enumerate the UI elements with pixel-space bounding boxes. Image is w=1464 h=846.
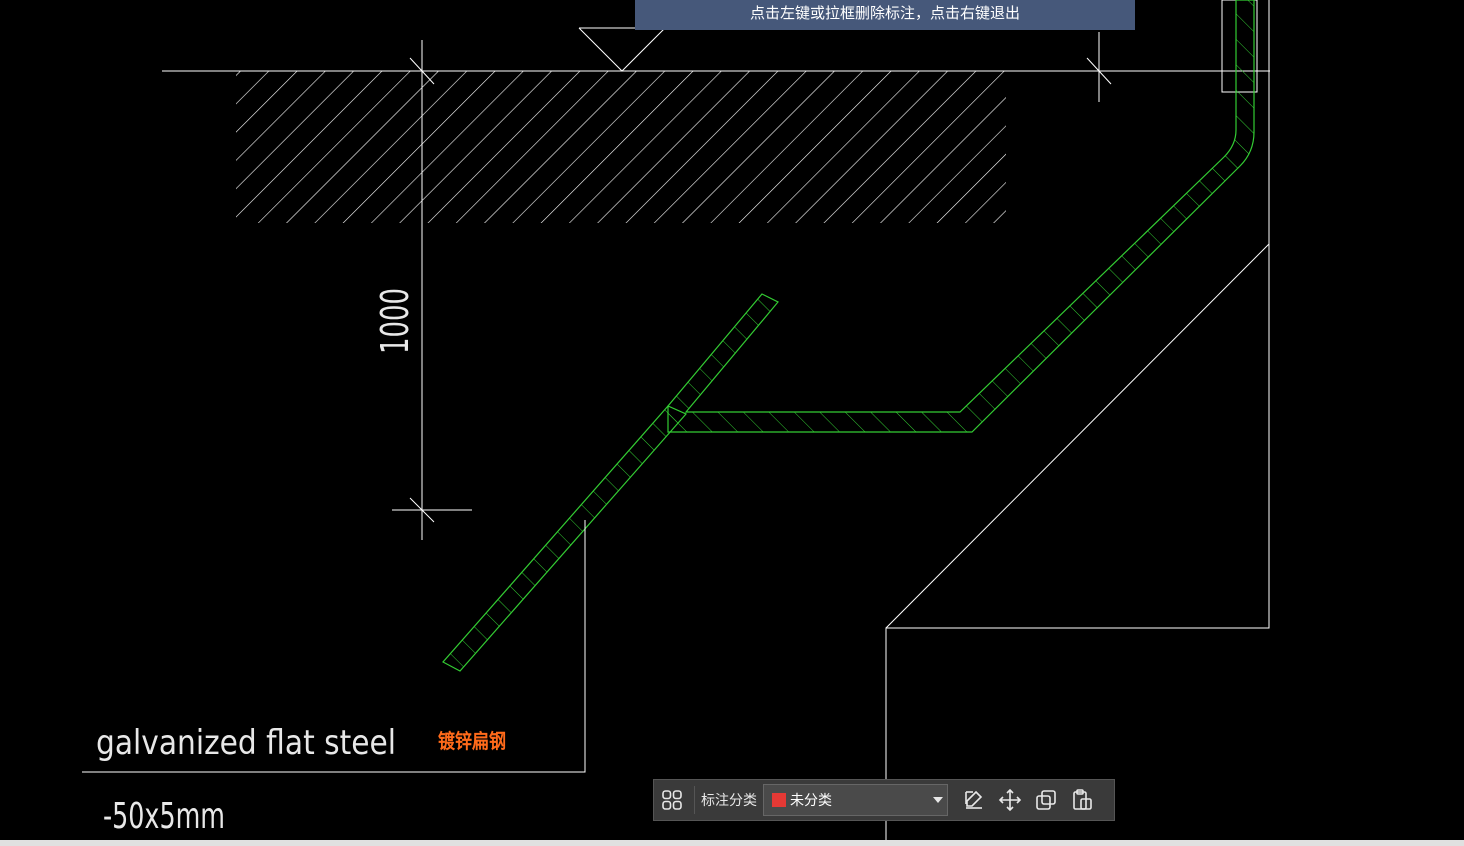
copy-icon[interactable] xyxy=(1028,782,1064,818)
steel-label-cn: 镀锌扁钢 xyxy=(438,729,506,753)
steel-size-label: -50x5mm xyxy=(103,796,225,837)
level-marker xyxy=(578,27,666,72)
edit-icon[interactable] xyxy=(956,782,992,818)
annotation-toolbar: 标注分类 未分类 xyxy=(653,779,1115,821)
status-hint: 点击左键或拉框删除标注，点击右键退出 xyxy=(635,0,1135,30)
status-strip xyxy=(0,840,1464,846)
category-dropdown[interactable]: 未分类 xyxy=(763,784,948,816)
category-value: 未分类 xyxy=(790,793,832,809)
category-label: 标注分类 xyxy=(701,793,757,809)
hint-text: 点击左键或拉框删除标注，点击右键退出 xyxy=(749,4,1020,22)
soil-hatch xyxy=(236,71,1006,223)
paste-icon[interactable] xyxy=(1064,782,1100,818)
apps-grid-icon[interactable] xyxy=(654,782,690,818)
category-color-swatch xyxy=(772,793,786,807)
dimension-value: 1000 xyxy=(373,288,417,354)
move-icon[interactable] xyxy=(992,782,1028,818)
steel-lower xyxy=(442,405,687,672)
steel-label-en: galvanized flat steel xyxy=(96,723,396,763)
toolbar-divider xyxy=(694,786,695,814)
drawing-canvas[interactable]: 1000 galvanized flat steel 镀锌扁钢 -50x5mm xyxy=(0,0,1464,846)
chevron-down-icon xyxy=(933,797,943,803)
ground xyxy=(162,27,1270,223)
ref-crosshair xyxy=(1086,32,1112,102)
